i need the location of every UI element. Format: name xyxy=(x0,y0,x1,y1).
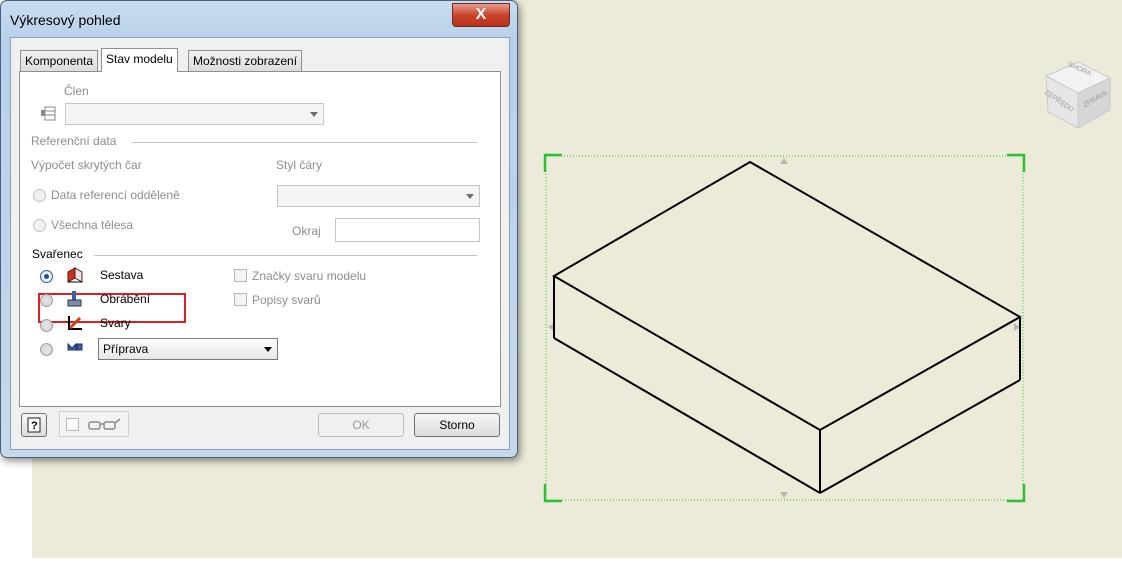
radio-preparation[interactable] xyxy=(40,343,53,356)
radio-all-bodies[interactable] xyxy=(33,219,46,232)
margin-label: Okraj xyxy=(292,224,321,238)
preparation-icon xyxy=(67,342,83,351)
radio-separate-reference[interactable] xyxy=(33,189,46,202)
selection-corner-grips xyxy=(543,153,1026,503)
model-state-panel: Člen Referenční data Výpočet skrytých ča… xyxy=(19,71,501,407)
radio-machining[interactable] xyxy=(40,294,53,307)
separate-reference-label: Data referencí odděleně xyxy=(51,188,180,202)
member-label: Člen xyxy=(64,84,89,98)
all-bodies-label: Všechna tělesa xyxy=(51,218,134,232)
weld-annotations-label: Popisy svarů xyxy=(252,293,321,307)
machining-icon xyxy=(67,291,82,307)
edge-grips xyxy=(548,158,1020,498)
reference-data-label: Referenční data xyxy=(31,134,117,148)
preview-checkbox[interactable] xyxy=(66,418,79,431)
radio-welds[interactable] xyxy=(40,319,53,332)
assembly-label: Sestava xyxy=(100,268,144,282)
glasses-icon xyxy=(88,418,121,430)
welds-icon xyxy=(68,316,82,330)
hidden-lines-label: Výpočet skrytých čar xyxy=(31,158,142,172)
help-icon: ? xyxy=(27,417,41,433)
preview-toggle-group xyxy=(59,411,129,437)
margin-input[interactable] xyxy=(335,218,480,242)
weld-annotations-checkbox[interactable] xyxy=(234,293,247,306)
cancel-button[interactable]: Storno xyxy=(414,413,500,437)
tab-component[interactable]: Komponenta xyxy=(20,50,99,71)
reference-data-divider xyxy=(132,142,477,143)
line-style-label: Styl čáry xyxy=(276,158,323,172)
machining-label: Obrábění xyxy=(100,292,151,306)
member-table-icon xyxy=(41,106,56,121)
ok-button[interactable]: OK xyxy=(318,413,404,437)
dialog-client: Komponenta Stav modelu Možnosti zobrazen… xyxy=(10,37,510,450)
weld-symbols-checkbox[interactable] xyxy=(234,269,247,282)
chevron-down-icon xyxy=(264,347,272,352)
svg-text:?: ? xyxy=(31,420,38,432)
weldment-divider xyxy=(94,255,477,256)
chevron-down-icon xyxy=(310,112,318,117)
tab-model-state[interactable]: Stav modelu xyxy=(101,48,178,72)
preparation-select[interactable]: Příprava xyxy=(98,338,278,360)
radio-assembly[interactable] xyxy=(40,270,53,283)
weld-symbols-label: Značky svaru modelu xyxy=(252,269,367,283)
help-button[interactable]: ? xyxy=(21,413,47,437)
drawing-view-dialog: Výkresový pohled X Komponenta Stav model… xyxy=(0,0,518,458)
member-select[interactable] xyxy=(65,103,324,125)
tab-display-options[interactable]: Možnosti zobrazení xyxy=(188,50,303,71)
weldment-label: Svařenec xyxy=(32,247,83,261)
close-button[interactable]: X xyxy=(452,3,510,27)
line-style-select[interactable] xyxy=(277,185,480,207)
assembly-icon xyxy=(67,267,83,283)
view-boundary xyxy=(545,155,1024,501)
isometric-box xyxy=(552,160,1023,494)
welds-label: Svary xyxy=(100,316,131,330)
dialog-title: Výkresový pohled xyxy=(10,12,121,28)
chevron-down-icon xyxy=(466,194,474,199)
